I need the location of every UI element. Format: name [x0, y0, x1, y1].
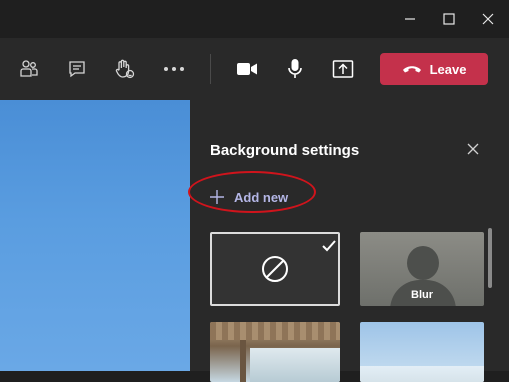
close-window-button[interactable] — [470, 0, 506, 38]
panel-title: Background settings — [210, 142, 360, 159]
hand-icon — [115, 59, 135, 79]
background-blur-tile[interactable]: Blur — [360, 232, 484, 306]
chat-icon — [69, 61, 85, 78]
add-new-button[interactable]: Add new — [210, 186, 288, 208]
background-settings-panel: Background settings Add new Blur — [188, 100, 509, 382]
background-sky-tile[interactable] — [360, 322, 484, 382]
blur-label: Blur — [411, 289, 433, 301]
panel-close-button[interactable] — [462, 138, 484, 160]
video-preview — [0, 100, 190, 371]
sky-horizon — [360, 366, 484, 382]
close-icon — [467, 143, 479, 155]
background-none-tile[interactable] — [210, 232, 340, 306]
more-actions-button[interactable] — [157, 52, 191, 86]
camera-icon — [237, 63, 257, 75]
camera-button[interactable] — [230, 52, 264, 86]
plus-icon — [210, 190, 224, 204]
title-bar — [0, 0, 509, 38]
chat-button[interactable] — [60, 52, 94, 86]
panel-scrollbar[interactable] — [488, 228, 492, 288]
add-new-label: Add new — [234, 189, 289, 205]
more-icon — [164, 67, 184, 71]
office-beam — [240, 340, 246, 382]
background-office-tile[interactable] — [210, 322, 340, 382]
mic-button[interactable] — [278, 52, 312, 86]
minimize-icon — [405, 18, 415, 20]
leave-label: Leave — [429, 61, 467, 77]
meeting-toolbar: Leave — [0, 38, 509, 100]
people-icon — [20, 60, 38, 77]
share-button[interactable] — [326, 52, 360, 86]
person-silhouette — [407, 246, 439, 280]
mic-icon — [288, 59, 302, 78]
maximize-button[interactable] — [431, 0, 467, 38]
hang-up-icon — [402, 66, 421, 73]
office-window — [250, 348, 340, 382]
checkmark-icon — [322, 240, 336, 252]
office-ceiling — [210, 322, 340, 340]
minimize-button[interactable] — [392, 0, 428, 38]
raise-hand-button[interactable] — [108, 52, 142, 86]
participants-button[interactable] — [12, 52, 46, 86]
toolbar-divider — [210, 54, 211, 84]
leave-button[interactable]: Leave — [380, 53, 488, 85]
share-icon — [332, 60, 354, 78]
no-background-icon — [262, 256, 288, 282]
close-icon — [482, 13, 494, 25]
maximize-icon — [443, 13, 455, 25]
